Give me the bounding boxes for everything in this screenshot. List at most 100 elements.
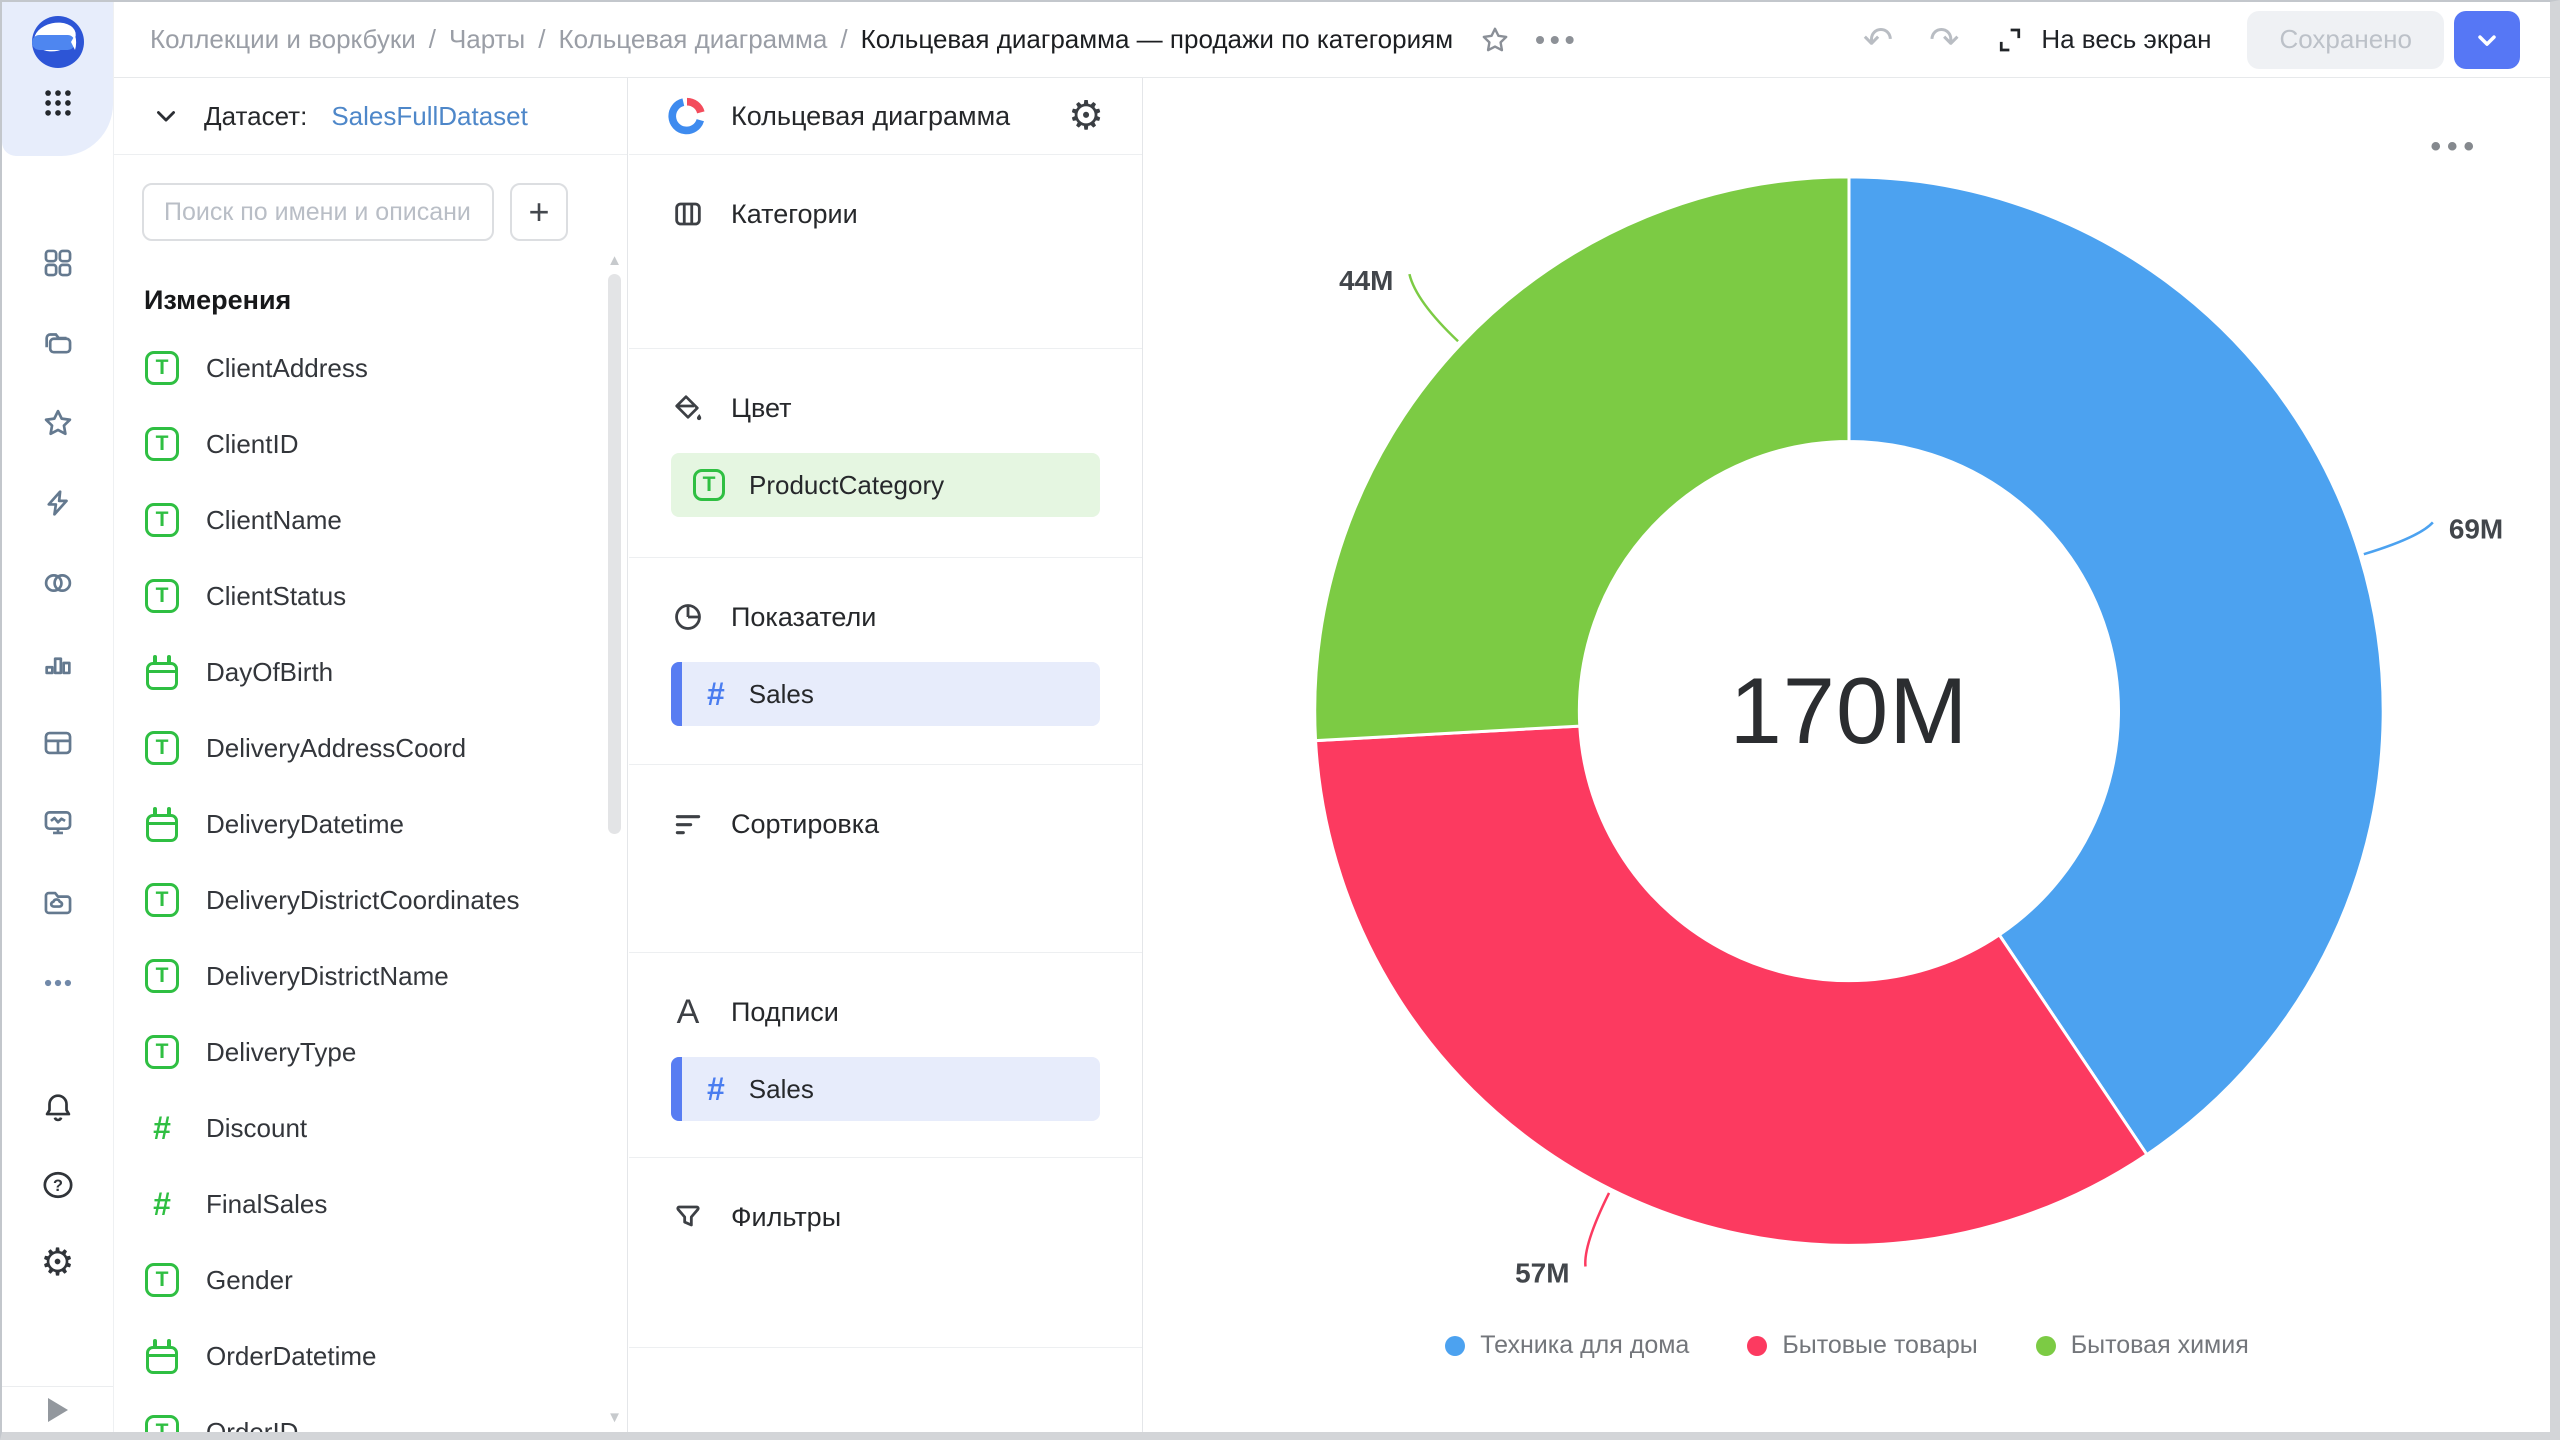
field-item[interactable]: T ClientStatus	[114, 558, 627, 634]
date-field-icon	[146, 814, 178, 842]
number-field-icon: #	[153, 1186, 171, 1223]
donut-slice[interactable]	[1316, 726, 2147, 1245]
saved-button[interactable]: Сохранено	[2247, 11, 2444, 69]
more-icon[interactable]	[41, 966, 75, 1000]
field-name: ClientStatus	[206, 581, 346, 612]
field-name: DayOfBirth	[206, 657, 333, 688]
donut-chart: 69M57M44M170M	[1144, 78, 2550, 1432]
notifications-bell-icon[interactable]	[41, 1090, 75, 1124]
measure-field-chip[interactable]: # Sales	[671, 662, 1100, 726]
label-connector	[2364, 522, 2433, 554]
field-item[interactable]: T DeliveryAddressCoord	[114, 710, 627, 786]
breadcrumb-charts[interactable]: Чарты	[449, 24, 525, 55]
title-more-icon[interactable]: •••	[1535, 24, 1579, 56]
label-field-chip[interactable]: # Sales	[671, 1057, 1100, 1121]
field-name: ClientID	[206, 429, 298, 460]
scrollbar-thumb[interactable]	[608, 274, 621, 834]
field-name: OrderID	[206, 1417, 298, 1433]
field-item[interactable]: # FinalSales	[114, 1166, 627, 1242]
app-window: ? ⚙ Коллекции и воркбуки / Чарты / Кольц…	[0, 0, 2560, 1440]
section-categories-label: Категории	[731, 199, 858, 230]
tiles-icon[interactable]	[41, 246, 75, 280]
field-name: Discount	[206, 1113, 307, 1144]
panel-scrollbar[interactable]: ▲ ▼	[607, 254, 622, 1424]
field-item[interactable]: T Gender	[114, 1242, 627, 1318]
connections-icon[interactable]	[41, 566, 75, 600]
field-item[interactable]: # Discount	[114, 1090, 627, 1166]
field-name: FinalSales	[206, 1189, 327, 1220]
settings-gear-icon[interactable]: ⚙	[40, 1246, 74, 1280]
dashboards-icon[interactable]	[41, 806, 75, 840]
redo-icon[interactable]: ↷	[1929, 22, 1959, 58]
favorites-star-icon[interactable]	[41, 406, 75, 440]
field-item[interactable]: T DeliveryDistrictCoordinates	[114, 862, 627, 938]
rail-header	[2, 2, 113, 156]
chart-type-selector[interactable]: Кольцевая диаграмма ⚙	[629, 78, 1142, 155]
undo-icon[interactable]: ↶	[1863, 22, 1893, 58]
field-item[interactable]: DeliveryDatetime	[114, 786, 627, 862]
legend-item[interactable]: Бытовая химия	[2036, 1331, 2249, 1360]
section-measures[interactable]: Показатели # Sales	[629, 558, 1142, 765]
legend-item[interactable]: Техника для дома	[1445, 1331, 1689, 1360]
donut-center-total: 170M	[1730, 658, 1969, 763]
add-field-button[interactable]: +	[510, 183, 568, 241]
storage-folder-icon[interactable]	[41, 886, 75, 920]
scroll-up-icon[interactable]: ▲	[607, 252, 622, 269]
section-sort[interactable]: Сортировка	[629, 765, 1142, 953]
section-labels[interactable]: A Подписи # Sales	[629, 953, 1142, 1158]
field-item[interactable]: T ClientID	[114, 406, 627, 482]
section-sort-label: Сортировка	[731, 809, 879, 840]
color-bucket-icon	[671, 391, 705, 425]
fullscreen-button[interactable]: На весь экран	[1995, 24, 2211, 55]
section-filters[interactable]: Фильтры	[629, 1158, 1142, 1348]
chart-config-panel: Кольцевая диаграмма ⚙ Категории	[629, 78, 1143, 1432]
section-labels-label: Подписи	[731, 997, 839, 1028]
breadcrumb: Коллекции и воркбуки / Чарты / Кольцевая…	[150, 24, 1453, 55]
field-name: OrderDatetime	[206, 1341, 377, 1372]
text-field-icon: T	[145, 959, 179, 993]
favorite-star-icon[interactable]	[1479, 24, 1511, 56]
section-categories[interactable]: Категории	[629, 155, 1142, 349]
field-item[interactable]: T DeliveryDistrictName	[114, 938, 627, 1014]
field-item[interactable]: T DeliveryType	[114, 1014, 627, 1090]
label-connector	[1585, 1193, 1609, 1267]
dataset-selector[interactable]: Датасет: SalesFullDataset	[114, 78, 627, 155]
rail-expand-button[interactable]	[2, 1386, 113, 1432]
tables-icon[interactable]	[41, 726, 75, 760]
slice-value-label: 69M	[2449, 513, 2503, 544]
field-search-input[interactable]	[142, 183, 494, 241]
section-color[interactable]: Цвет T ProductCategory	[629, 349, 1142, 558]
field-item[interactable]: T ClientAddress	[114, 330, 627, 406]
categories-icon	[671, 197, 705, 231]
dataset-name-link[interactable]: SalesFullDataset	[331, 101, 528, 132]
apps-grid-icon[interactable]	[41, 86, 75, 120]
save-dropdown-button[interactable]	[2454, 11, 2520, 69]
field-item[interactable]: OrderDatetime	[114, 1318, 627, 1394]
breadcrumb-donut[interactable]: Кольцевая диаграмма	[558, 24, 827, 55]
color-field-chip[interactable]: T ProductCategory	[671, 453, 1100, 517]
expand-arrow-icon	[48, 1398, 68, 1422]
labels-icon: A	[671, 995, 705, 1029]
scroll-down-icon[interactable]: ▼	[607, 1409, 622, 1426]
text-field-icon: T	[145, 579, 179, 613]
field-item[interactable]: T ClientName	[114, 482, 627, 558]
slice-value-label: 44M	[1339, 265, 1393, 296]
breadcrumb-separator: /	[429, 24, 436, 55]
svg-text:?: ?	[53, 1177, 63, 1195]
fullscreen-label: На весь экран	[2041, 24, 2211, 55]
legend-item[interactable]: Бытовые товары	[1747, 1331, 1977, 1360]
section-color-label: Цвет	[731, 393, 792, 424]
donut-slice[interactable]	[1315, 177, 1849, 741]
charts-icon[interactable]	[41, 646, 75, 680]
help-icon[interactable]: ?	[41, 1168, 75, 1202]
chart-settings-gear-icon[interactable]: ⚙	[1068, 96, 1104, 136]
field-item[interactable]: T OrderID	[114, 1394, 627, 1432]
fields-list: T ClientAddress T ClientID T ClientName …	[114, 330, 627, 1432]
editor-lightning-icon[interactable]	[41, 486, 75, 520]
field-name: DeliveryDistrictCoordinates	[206, 885, 520, 916]
collections-icon[interactable]	[41, 326, 75, 360]
label-connector	[1409, 274, 1458, 341]
datalens-logo-icon[interactable]	[31, 15, 85, 69]
breadcrumb-collections[interactable]: Коллекции и воркбуки	[150, 24, 416, 55]
field-item[interactable]: DayOfBirth	[114, 634, 627, 710]
